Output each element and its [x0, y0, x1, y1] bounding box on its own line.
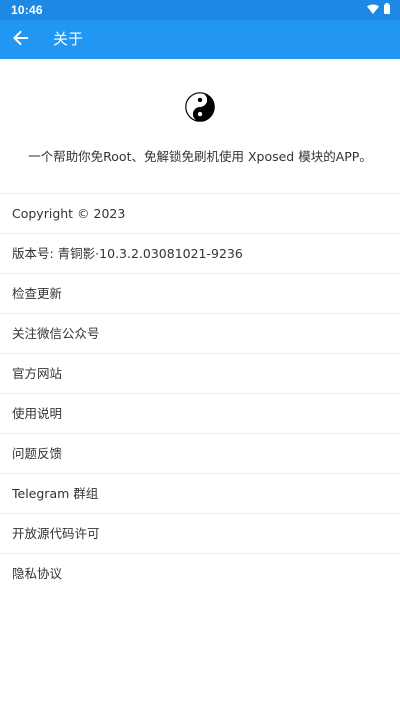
- list-item-instructions[interactable]: 使用说明: [0, 394, 400, 434]
- battery-icon: [384, 3, 390, 17]
- list-item-copyright: Copyright © 2023: [0, 194, 400, 234]
- list-item-feedback[interactable]: 问题反馈: [0, 434, 400, 474]
- status-icons: [367, 3, 390, 17]
- arrow-left-icon: [12, 30, 29, 50]
- list-item-check-update[interactable]: 检查更新: [0, 274, 400, 314]
- page-title: 关于: [53, 30, 84, 48]
- status-bar: 10:46: [0, 0, 400, 20]
- status-time: 10:46: [11, 3, 43, 17]
- app-bar: 关于: [0, 20, 400, 59]
- list-item-version[interactable]: 版本号: 青铜影·10.3.2.03081021-9236: [0, 234, 400, 274]
- list-item-follow-wechat[interactable]: 关注微信公众号: [0, 314, 400, 354]
- yin-yang-icon: [185, 92, 215, 122]
- back-button[interactable]: [6, 25, 35, 54]
- list-item-telegram[interactable]: Telegram 群组: [0, 474, 400, 514]
- about-header: 一个帮助你免Root、免解锁免刷机使用 Xposed 模块的APP。: [0, 59, 400, 193]
- app-description: 一个帮助你免Root、免解锁免刷机使用 Xposed 模块的APP。: [28, 149, 372, 164]
- list-item-privacy[interactable]: 隐私协议: [0, 554, 400, 593]
- list-item-website[interactable]: 官方网站: [0, 354, 400, 394]
- list-item-open-source[interactable]: 开放源代码许可: [0, 514, 400, 554]
- about-list: Copyright © 2023 版本号: 青铜影·10.3.2.0308102…: [0, 193, 400, 593]
- wifi-icon: [367, 3, 379, 17]
